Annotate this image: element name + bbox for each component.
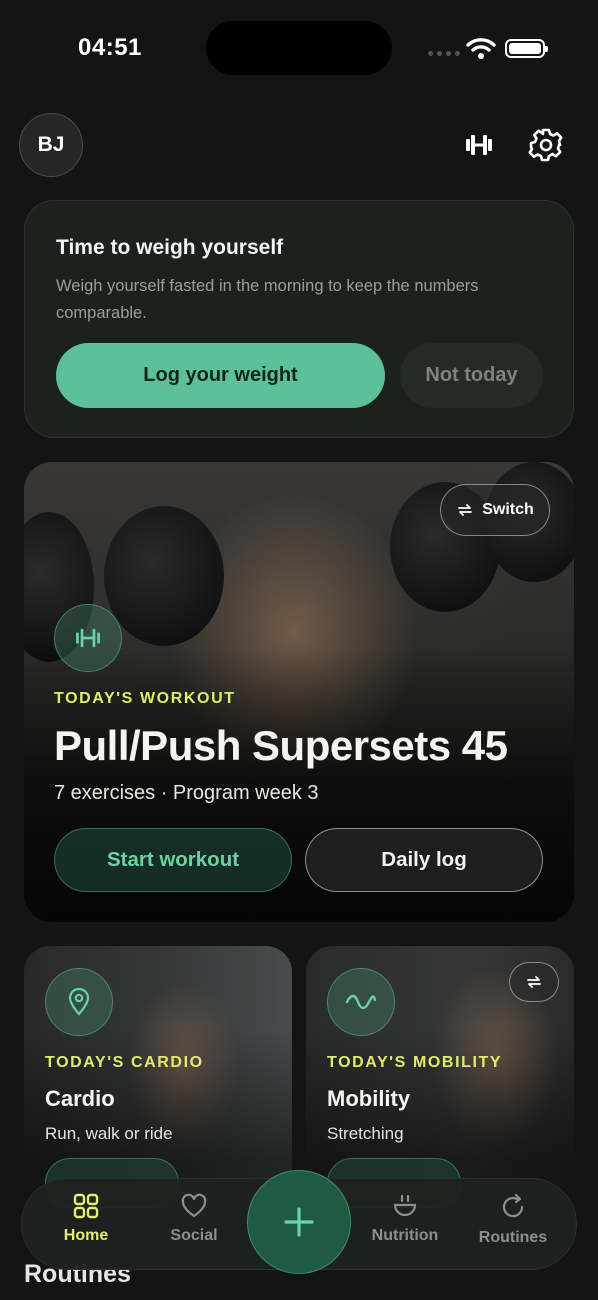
plus-icon [284,1207,314,1237]
mobility-title: Mobility [327,1086,411,1111]
dynamic-island [206,21,392,75]
location-pin-icon [45,968,113,1036]
tab-nutrition[interactable]: Nutrition [360,1193,450,1261]
swap-icon [527,976,541,988]
wave-icon [327,968,395,1036]
mobility-kicker: TODAY'S MOBILITY [327,1054,503,1071]
weigh-reminder-card: Time to weigh yourself Weigh yourself fa… [24,200,574,438]
daily-log-button[interactable]: Daily log [305,828,543,892]
heart-icon [181,1193,207,1218]
status-time: 04:51 [78,34,142,61]
grid-icon [73,1193,99,1219]
not-today-button[interactable]: Not today [400,343,543,408]
tab-home[interactable]: Home [41,1193,131,1261]
refresh-icon [502,1193,524,1218]
switch-label: Switch [482,501,534,518]
gear-icon[interactable] [527,126,565,164]
dumbbell-icon [54,604,122,672]
workout-title: Pull/Push Supersets 45 [54,722,508,769]
todays-workout-card[interactable]: Switch TODAY'S WORKOUT Pull/Push Superse… [24,462,574,922]
cellular-signal-icon [428,51,460,57]
status-bar: 04:51 [0,0,598,96]
swap-mobility-button[interactable] [509,962,559,1002]
tab-nutrition-label: Nutrition [371,1227,439,1244]
tab-social-label: Social [170,1227,218,1244]
tab-routines-label: Routines [478,1229,548,1246]
todays-cardio-card[interactable]: TODAY'S CARDIO Cardio Run, walk or ride [24,946,292,1216]
todays-mobility-card[interactable]: TODAY'S MOBILITY Mobility Stretching [306,946,574,1216]
tab-routines[interactable]: Routines [468,1193,558,1261]
weigh-card-description: Weigh yourself fasted in the morning to … [56,277,479,322]
wifi-icon [466,38,496,59]
cardio-kicker: TODAY'S CARDIO [45,1054,204,1071]
avatar[interactable]: BJ [19,113,83,177]
battery-icon [505,39,548,58]
log-weight-button[interactable]: Log your weight [56,343,385,408]
start-workout-button[interactable]: Start workout [54,828,292,892]
tab-social[interactable]: Social [149,1193,239,1261]
workout-kicker: TODAY'S WORKOUT [54,690,236,707]
swap-icon [458,504,473,516]
dumbbell-icon[interactable] [460,126,498,164]
switch-workout-button[interactable]: Switch [440,484,550,536]
mobility-subtitle: Stretching [327,1124,404,1143]
cardio-subtitle: Run, walk or ride [45,1124,173,1143]
cardio-title: Cardio [45,1086,115,1111]
workout-subtitle: 7 exercises · Program week 3 [54,782,319,804]
add-button[interactable] [247,1170,351,1274]
weigh-card-title: Time to weigh yourself [56,236,284,259]
tab-home-label: Home [63,1227,109,1244]
bowl-icon [393,1194,417,1217]
